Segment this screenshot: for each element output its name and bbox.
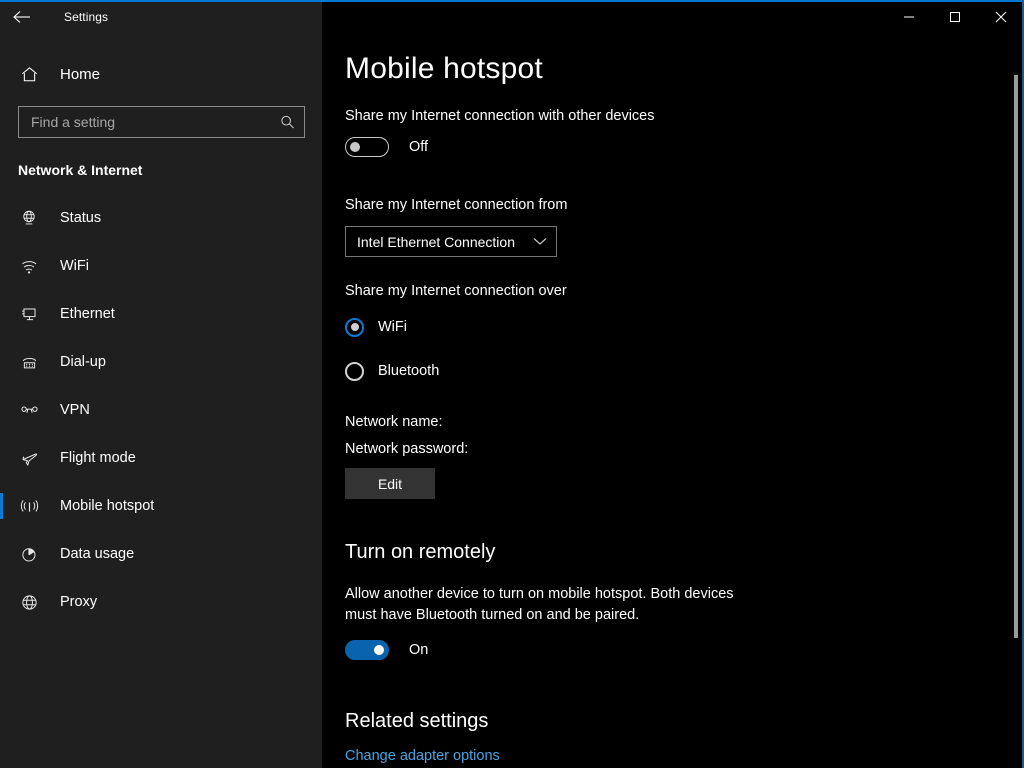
sidebar-item-proxy[interactable]: Proxy — [0, 578, 322, 626]
share-from-selected-value: Intel Ethernet Connection — [357, 234, 515, 250]
main-content: Mobile hotspot Share my Internet connect… — [322, 32, 1024, 768]
sidebar-item-wifi[interactable]: WiFi — [0, 242, 322, 290]
search-icon — [280, 115, 295, 130]
close-button[interactable] — [978, 2, 1024, 32]
ethernet-icon — [18, 303, 40, 325]
toggle-knob — [374, 645, 384, 655]
edit-button[interactable]: Edit — [345, 468, 435, 499]
title-bar-right — [322, 2, 1024, 32]
share-over-label: Share my Internet connection over — [345, 283, 1024, 299]
sidebar-item-label: Proxy — [60, 594, 97, 610]
radio-bluetooth-label: Bluetooth — [378, 363, 439, 379]
content-scrollbar[interactable] — [1010, 32, 1022, 768]
related-settings-heading: Related settings — [345, 710, 1024, 733]
turn-on-remotely-toggle[interactable] — [345, 640, 389, 660]
sidebar-item-label: Flight mode — [60, 450, 136, 466]
radio-wifi-label: WiFi — [378, 319, 407, 335]
sidebar-item-label: Dial-up — [60, 354, 106, 370]
wifi-icon — [18, 255, 40, 277]
share-over-option-wifi[interactable]: WiFi — [345, 312, 1024, 342]
sidebar-item-data-usage[interactable]: Data usage — [0, 530, 322, 578]
sidebar-item-label: VPN — [60, 402, 90, 418]
search-input[interactable] — [19, 107, 304, 137]
globe-icon — [18, 591, 40, 613]
share-over-option-bluetooth[interactable]: Bluetooth — [345, 356, 1024, 386]
settings-window: Settings — [0, 0, 1024, 768]
sidebar-item-status[interactable]: Status — [0, 194, 322, 242]
sidebar-item-home[interactable]: Home — [0, 54, 322, 94]
turn-on-remotely-toggle-row: On — [345, 640, 1024, 660]
back-arrow-icon — [13, 10, 31, 24]
toggle-knob — [350, 142, 360, 152]
share-connection-toggle-state: Off — [409, 139, 428, 155]
sidebar-nav-list: Status WiFi — [0, 194, 322, 626]
vpn-icon — [18, 399, 40, 421]
scrollbar-thumb[interactable] — [1014, 75, 1018, 638]
share-connection-label: Share my Internet connection with other … — [345, 108, 1024, 124]
radio-wifi[interactable] — [345, 318, 364, 337]
minimize-icon — [903, 11, 915, 23]
sidebar-item-label: Status — [60, 210, 101, 226]
network-password-row: Network password: — [345, 441, 1024, 457]
sidebar-item-label: Data usage — [60, 546, 134, 562]
network-name-label: Network name: — [345, 414, 443, 430]
network-name-row: Network name: — [345, 414, 1024, 430]
maximize-icon — [949, 11, 961, 23]
pie-chart-icon — [18, 543, 40, 565]
network-password-label: Network password: — [345, 441, 468, 457]
page-title: Mobile hotspot — [345, 52, 1024, 86]
turn-on-remotely-description: Allow another device to turn on mobile h… — [345, 584, 757, 626]
sidebar-home-label: Home — [60, 66, 100, 83]
sidebar-item-mobile-hotspot[interactable]: Mobile hotspot — [0, 482, 322, 530]
share-from-label: Share my Internet connection from — [345, 197, 1024, 213]
share-connection-toggle[interactable] — [345, 137, 389, 157]
window-controls — [886, 2, 1024, 32]
sidebar-item-flight-mode[interactable]: Flight mode — [0, 434, 322, 482]
sidebar-item-label: WiFi — [60, 258, 89, 274]
globe-status-icon — [18, 207, 40, 229]
close-icon — [995, 11, 1007, 23]
sidebar-item-label: Mobile hotspot — [60, 498, 154, 514]
change-adapter-options-link[interactable]: Change adapter options — [345, 748, 500, 764]
sidebar-item-label: Ethernet — [60, 306, 115, 322]
home-icon — [18, 63, 40, 85]
airplane-icon — [18, 447, 40, 469]
sidebar: Home Network & Internet — [0, 32, 322, 768]
title-bar-left: Settings — [0, 2, 322, 32]
sidebar-category-title: Network & Internet — [18, 162, 322, 178]
back-button[interactable] — [0, 2, 44, 32]
search-box[interactable] — [18, 106, 305, 138]
share-from-dropdown[interactable]: Intel Ethernet Connection — [345, 226, 557, 257]
maximize-button[interactable] — [932, 2, 978, 32]
chevron-down-icon — [533, 237, 547, 246]
window-accent-top-border — [0, 0, 1024, 2]
turn-on-remotely-toggle-state: On — [409, 642, 428, 658]
title-bar: Settings — [0, 2, 1024, 32]
sidebar-item-ethernet[interactable]: Ethernet — [0, 290, 322, 338]
dialup-icon — [18, 351, 40, 373]
turn-on-remotely-heading: Turn on remotely — [345, 541, 1024, 564]
hotspot-icon — [18, 495, 40, 517]
minimize-button[interactable] — [886, 2, 932, 32]
sidebar-item-vpn[interactable]: VPN — [0, 386, 322, 434]
window-title: Settings — [64, 10, 108, 24]
share-connection-toggle-row: Off — [345, 137, 1024, 157]
sidebar-item-dial-up[interactable]: Dial-up — [0, 338, 322, 386]
radio-bluetooth[interactable] — [345, 362, 364, 381]
